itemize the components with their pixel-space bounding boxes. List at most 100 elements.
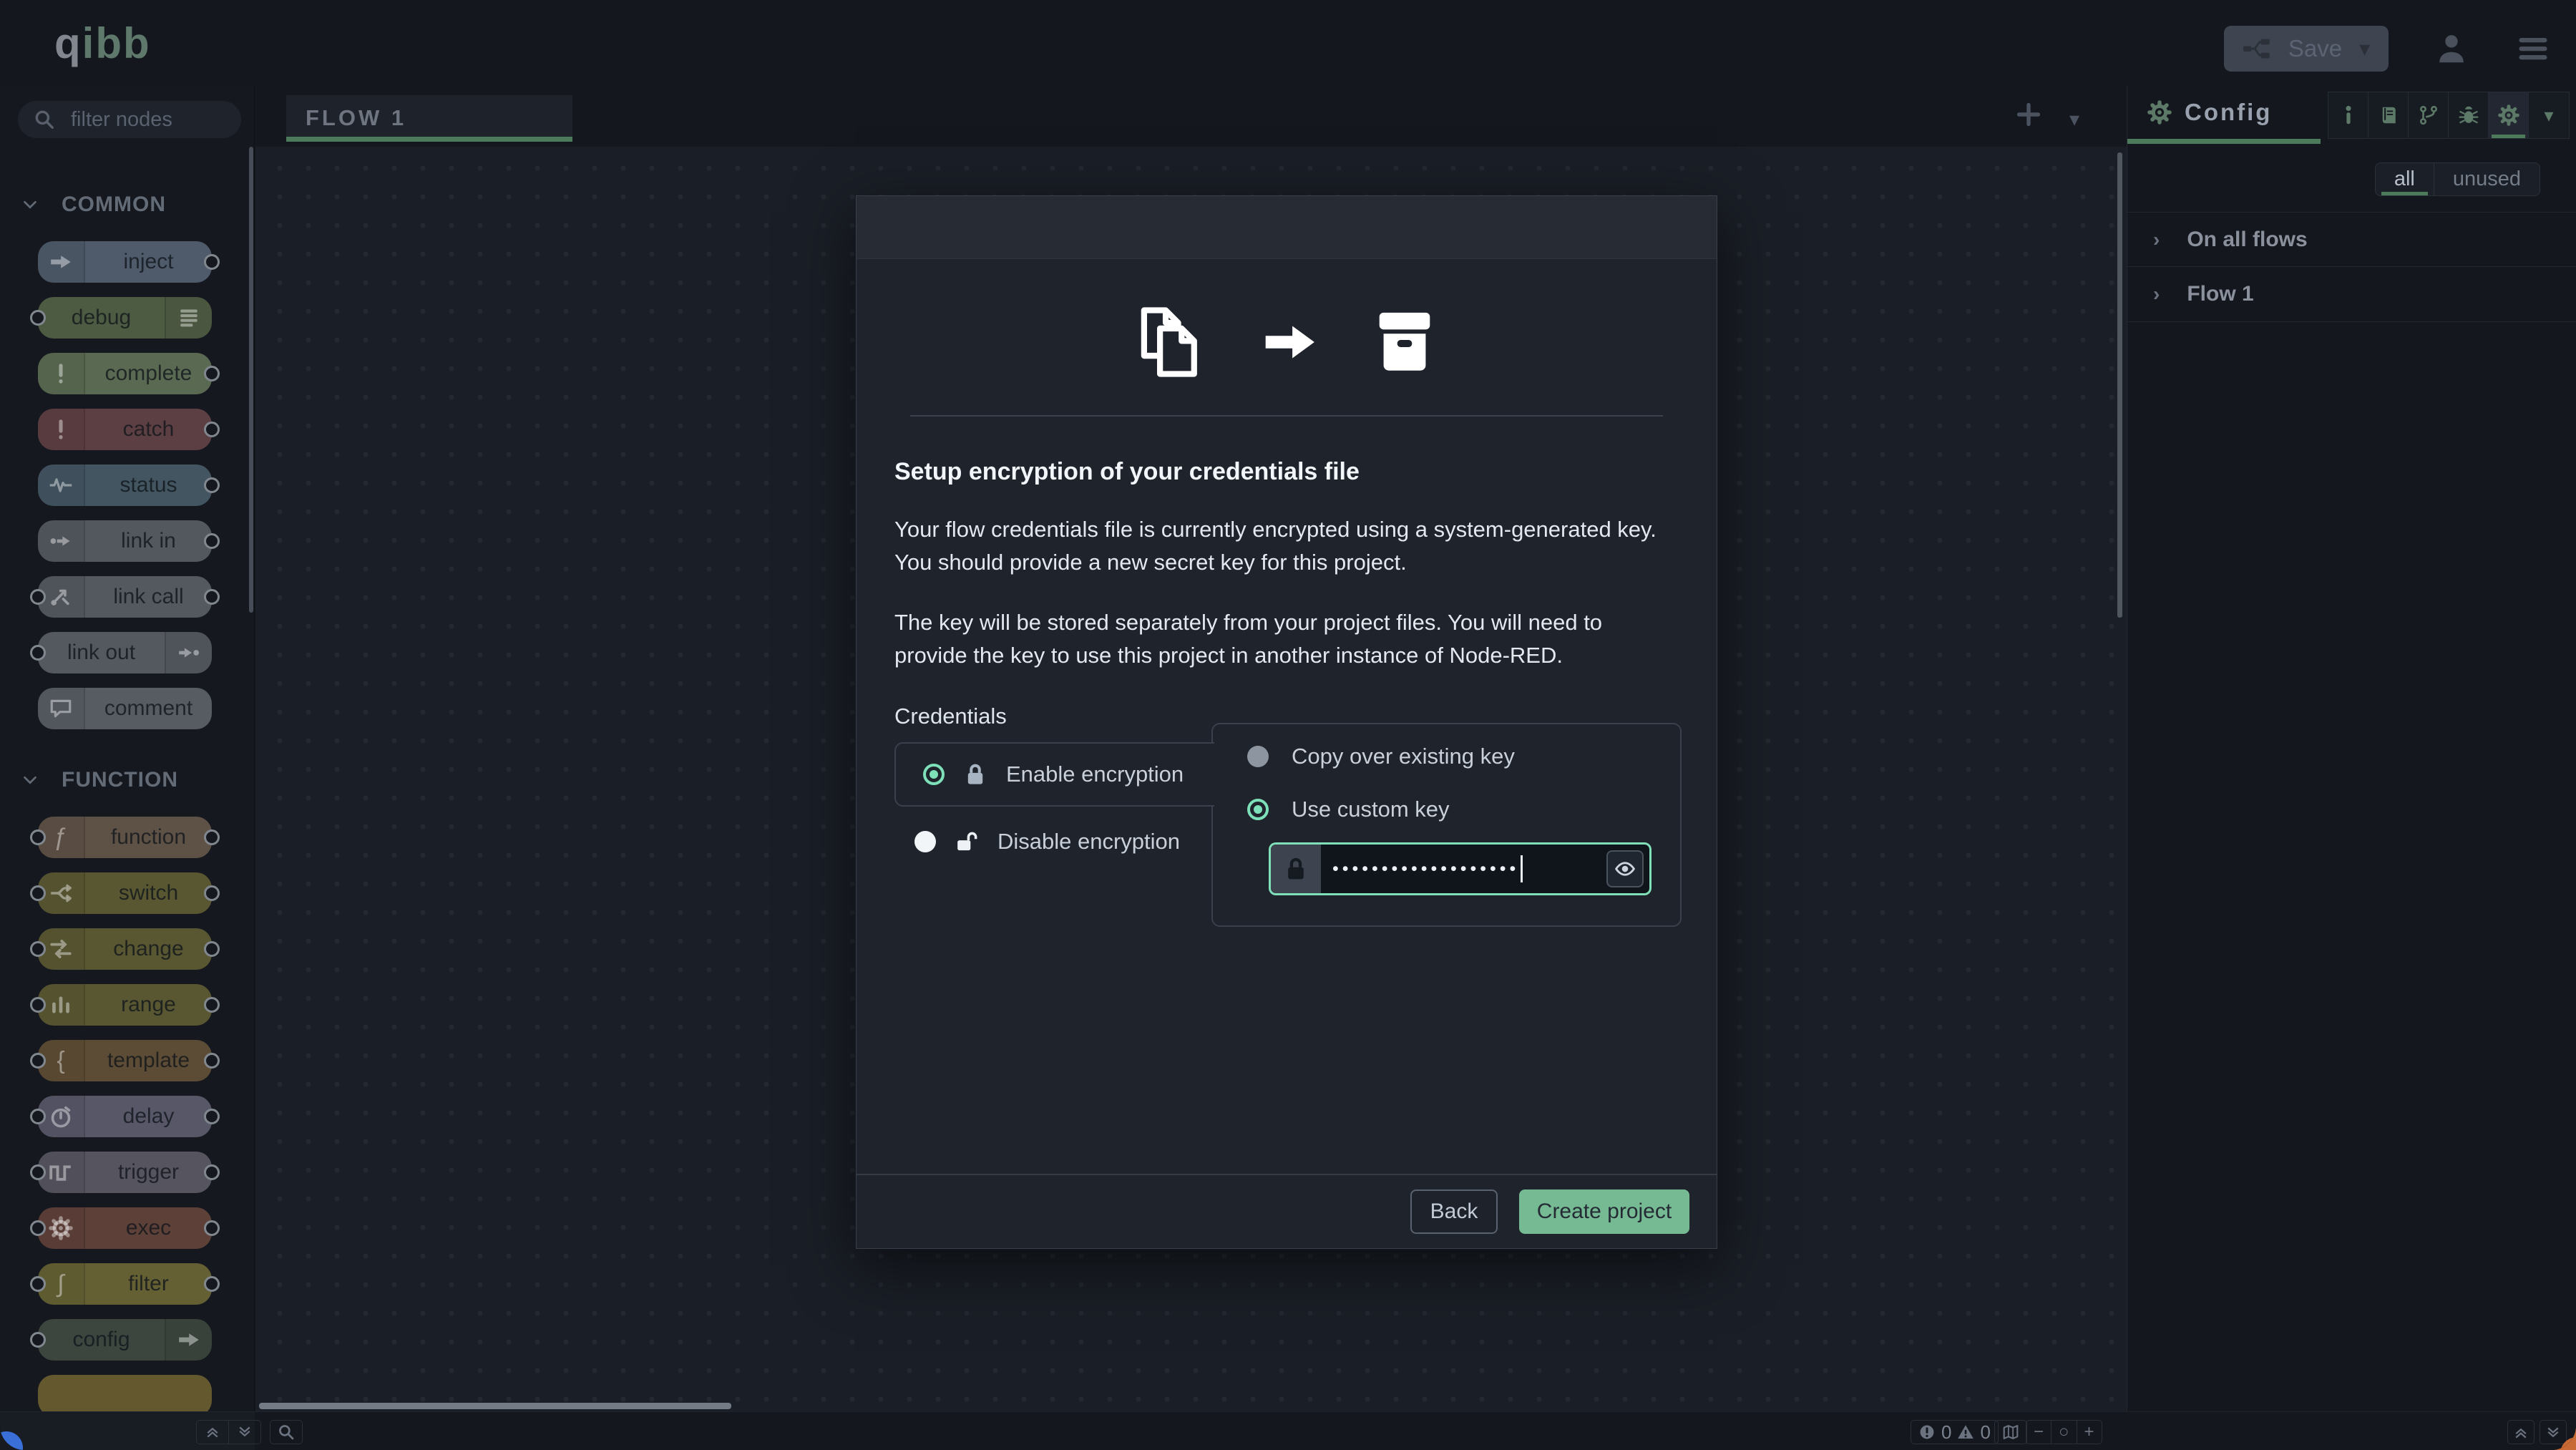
palette-node-partial[interactable] bbox=[38, 1375, 212, 1411]
logo-letters-ibb: ibb bbox=[82, 19, 151, 67]
error-circle-icon bbox=[1918, 1424, 1936, 1441]
radio-use-custom-key[interactable] bbox=[1247, 799, 1269, 820]
filter-all-button[interactable]: all bbox=[2376, 163, 2434, 195]
chevron-right-icon: › bbox=[2153, 283, 2160, 306]
gear-icon bbox=[2147, 100, 2172, 125]
sidebar-scroll-down-button[interactable] bbox=[2540, 1420, 2567, 1444]
enable-encryption-option[interactable]: Enable encryption bbox=[894, 742, 1214, 807]
use-custom-key-option[interactable]: Use custom key bbox=[1247, 797, 1450, 822]
palette-node-range[interactable]: range bbox=[38, 984, 212, 1026]
back-button[interactable]: Back bbox=[1410, 1189, 1498, 1234]
palette-node-delay[interactable]: delay bbox=[38, 1096, 212, 1137]
radio-copy-existing-key[interactable] bbox=[1247, 746, 1269, 767]
palette-node-complete[interactable]: complete bbox=[38, 353, 212, 394]
navigator-button[interactable] bbox=[1994, 1420, 2027, 1444]
palette-node-label: config bbox=[38, 1319, 165, 1361]
show-key-button[interactable] bbox=[1606, 850, 1644, 887]
palette-node-label: switch bbox=[85, 872, 212, 914]
copy-existing-key-option[interactable]: Copy over existing key bbox=[1247, 744, 1515, 769]
inject-icon bbox=[38, 241, 85, 283]
lock-icon bbox=[1271, 845, 1321, 893]
radio-disable-encryption[interactable] bbox=[914, 831, 936, 852]
sidebar-scroll-up-button[interactable] bbox=[2507, 1420, 2534, 1444]
hamburger-menu-icon[interactable] bbox=[2516, 31, 2550, 66]
palette-node-template[interactable]: {template bbox=[38, 1040, 212, 1081]
zoom-out-button[interactable]: − bbox=[2026, 1421, 2051, 1444]
encryption-key-input[interactable]: ••••••••••••••••••• bbox=[1269, 842, 1652, 895]
palette-scrollbar[interactable] bbox=[249, 147, 253, 613]
sidebar-title-label: Config bbox=[2185, 99, 2272, 126]
workspace-search-button[interactable] bbox=[270, 1420, 303, 1444]
save-deploy-button[interactable]: Save ▾ bbox=[2224, 26, 2389, 72]
palette-node-label: link in bbox=[85, 520, 212, 562]
palette-node-status[interactable]: status bbox=[38, 464, 212, 506]
caret-down-icon[interactable]: ▾ bbox=[2359, 37, 2370, 62]
palette-section-common[interactable]: COMMON bbox=[21, 183, 255, 227]
flow-list-caret-icon[interactable]: ▾ bbox=[2069, 107, 2079, 131]
palette-node-switch[interactable]: switch bbox=[38, 872, 212, 914]
sidebar-tabs-caret-icon[interactable]: ▾ bbox=[2529, 92, 2569, 138]
node-output-port bbox=[204, 1220, 220, 1236]
palette-node-label: change bbox=[85, 928, 212, 970]
palette-node-label: complete bbox=[85, 353, 212, 394]
canvas-horizontal-scrollbar[interactable] bbox=[259, 1403, 731, 1409]
palette-node-inject[interactable]: inject bbox=[38, 241, 212, 283]
palette-node-link-in[interactable]: link in bbox=[38, 520, 212, 562]
chevron-double-down-icon[interactable] bbox=[229, 1421, 260, 1444]
node-input-port bbox=[30, 645, 46, 661]
palette-node-function[interactable]: ƒfunction bbox=[38, 817, 212, 858]
chevron-down-icon bbox=[21, 772, 39, 789]
palette-node-filter[interactable]: ∫filter bbox=[38, 1263, 212, 1305]
palette-node-label: function bbox=[85, 817, 212, 858]
app-header: qibb Save ▾ bbox=[0, 0, 2576, 86]
palette-node-debug[interactable]: debug bbox=[38, 297, 212, 339]
map-icon bbox=[1995, 1421, 2026, 1444]
status-pulse-icon bbox=[38, 464, 85, 506]
palette-node-change[interactable]: change bbox=[38, 928, 212, 970]
radio-enable-encryption[interactable] bbox=[923, 764, 945, 785]
notification-counts[interactable]: 0 0 bbox=[1911, 1420, 1999, 1444]
palette-node-label: trigger bbox=[85, 1152, 212, 1193]
create-project-button[interactable]: Create project bbox=[1519, 1189, 1689, 1234]
config-row-on-all-flows[interactable]: ›On all flows bbox=[2127, 212, 2576, 267]
node-input-port bbox=[30, 1220, 46, 1236]
filter-unused-button[interactable]: unused bbox=[2434, 163, 2540, 195]
palette-node-link-call[interactable]: link call bbox=[38, 576, 212, 618]
node-output-port bbox=[204, 1053, 220, 1069]
palette-section-function[interactable]: FUNCTION bbox=[21, 758, 255, 802]
palette-node-config[interactable]: config bbox=[38, 1319, 212, 1361]
exclamation-icon bbox=[38, 353, 85, 394]
flow-tab-label: FLOW 1 bbox=[306, 105, 406, 131]
tab-help[interactable] bbox=[2368, 92, 2409, 138]
canvas-vertical-scrollbar[interactable] bbox=[2117, 152, 2122, 618]
search-icon bbox=[34, 109, 55, 130]
tab-debug[interactable] bbox=[2449, 92, 2489, 138]
tab-config[interactable] bbox=[2489, 92, 2529, 138]
palette-node-trigger[interactable]: trigger bbox=[38, 1152, 212, 1193]
disable-encryption-option[interactable]: Disable encryption bbox=[914, 829, 1180, 855]
palette-node-link-out[interactable]: link out bbox=[38, 632, 212, 673]
tab-git[interactable] bbox=[2409, 92, 2449, 138]
node-input-port bbox=[30, 1276, 46, 1292]
chevron-double-down-icon bbox=[2545, 1422, 2562, 1442]
node-input-port bbox=[30, 997, 46, 1013]
dialog-paragraph-2: The key will be stored separately from y… bbox=[894, 606, 1674, 672]
add-flow-button[interactable] bbox=[2016, 102, 2041, 127]
tab-flow-1[interactable]: FLOW 1 bbox=[286, 95, 572, 142]
palette-filter-input[interactable]: filter nodes bbox=[18, 101, 241, 138]
palette-section-label: COMMON bbox=[62, 193, 166, 217]
chevron-down-icon bbox=[21, 196, 39, 213]
palette-node-exec[interactable]: exec bbox=[38, 1207, 212, 1249]
palette-node-comment[interactable]: comment bbox=[38, 688, 212, 729]
palette-node-label: exec bbox=[85, 1207, 212, 1249]
palette-node-catch[interactable]: catch bbox=[38, 409, 212, 450]
tab-info[interactable] bbox=[2328, 92, 2368, 138]
config-row-flow-1[interactable]: ›Flow 1 bbox=[2127, 267, 2576, 322]
user-icon[interactable] bbox=[2434, 31, 2469, 66]
node-output-port bbox=[204, 477, 220, 493]
zoom-in-button[interactable]: + bbox=[2077, 1421, 2102, 1444]
zoom-reset-button[interactable]: ○ bbox=[2051, 1421, 2077, 1444]
chevron-double-up-icon[interactable] bbox=[197, 1421, 229, 1444]
project-credentials-dialog: Setup encryption of your credentials fil… bbox=[856, 195, 1717, 1249]
lock-closed-icon bbox=[963, 762, 987, 787]
